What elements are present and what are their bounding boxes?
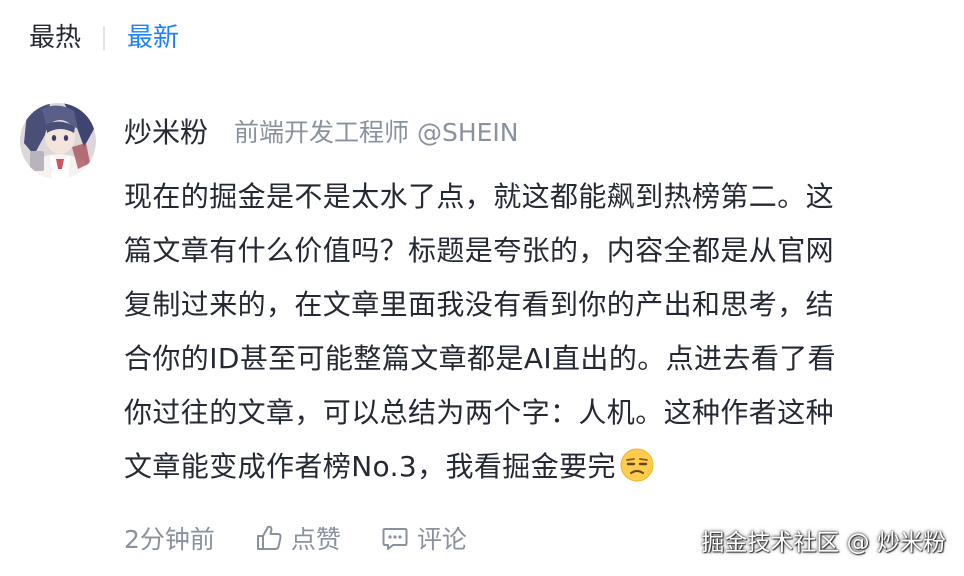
sort-tab-new[interactable]: 最新: [127, 18, 179, 58]
comment-sort-tabs: 最热 最新: [29, 18, 179, 58]
comment-line: 篇文章有什么价值吗？标题是夸张的，内容全都是从官网: [124, 234, 835, 267]
comment-content: 现在的掘金是不是太水了点，就这都能飙到热榜第二。这 篇文章有什么价值吗？标题是夸…: [124, 170, 930, 494]
user-job-title: 前端开发工程师 @SHEIN: [234, 118, 519, 147]
comment-time: 2分钟前: [124, 525, 215, 554]
comment-line: 现在的掘金是不是太水了点，就这都能飙到热榜第二。这: [124, 180, 835, 213]
reply-button[interactable]: 评论: [381, 520, 467, 556]
unamused-face-emoji-icon: [620, 448, 654, 482]
like-button[interactable]: 点赞: [255, 520, 341, 556]
anime-avatar-icon: [20, 103, 96, 179]
comment-header: 炒米粉 前端开发工程师 @SHEIN: [124, 111, 519, 151]
avatar[interactable]: [20, 103, 96, 179]
sort-tab-hot[interactable]: 最热: [29, 18, 81, 58]
comment-line: 复制过来的，在文章里面我没有看到你的产出和思考，结: [124, 288, 835, 321]
sort-divider: [103, 26, 106, 50]
watermark: 掘金技术社区 @ 炒米粉: [701, 530, 946, 556]
comment-line: 合你的ID甚至可能整篇文章都是AI直出的。点进去看了看: [124, 342, 837, 375]
like-label: 点赞: [290, 525, 341, 554]
comment-icon: [382, 528, 408, 550]
comment-line: 你过往的文章，可以总结为两个字：人机。这种作者这种: [124, 396, 835, 429]
thumbs-up-icon: [256, 525, 282, 550]
comment-action-bar: 2分钟前 点赞 评论: [124, 518, 467, 558]
username[interactable]: 炒米粉: [124, 111, 208, 151]
comment-last-line: 文章能变成作者榜No.3，我看掘金要完: [124, 440, 930, 494]
reply-label: 评论: [416, 525, 467, 554]
comment-line-text: 文章能变成作者榜No.3，我看掘金要完: [124, 450, 616, 483]
